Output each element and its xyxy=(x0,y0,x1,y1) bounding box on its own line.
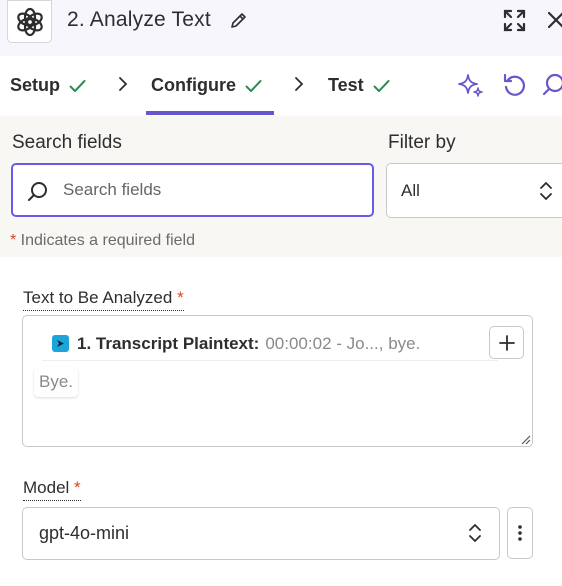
search-input[interactable] xyxy=(63,177,363,203)
chevron-updown-icon xyxy=(469,524,481,542)
model-select[interactable]: gpt-4o-mini xyxy=(22,507,500,560)
check-icon xyxy=(69,79,86,92)
tab-setup[interactable]: Setup xyxy=(10,75,86,96)
active-tab-indicator xyxy=(146,111,274,115)
pencil-icon[interactable] xyxy=(229,10,249,30)
field-search-panel: Search fields Filter by All * Indicates … xyxy=(0,116,562,257)
text-field-label-text: Text to Be Analyzed xyxy=(23,288,173,307)
add-field-button[interactable] xyxy=(489,326,524,359)
required-note-text: Indicates a required field xyxy=(16,232,196,249)
tab-label: Test xyxy=(328,75,364,95)
text-field-label: Text to Be Analyzed * xyxy=(23,288,184,311)
text-continuation: Bye. xyxy=(34,367,79,397)
filter-value: All xyxy=(401,181,420,200)
chevron-right-icon xyxy=(119,77,128,91)
undo-icon[interactable] xyxy=(501,72,527,98)
pill-field-value: 00:00:02 - Jo..., bye. xyxy=(265,333,421,353)
sparkle-icon[interactable] xyxy=(458,72,484,98)
required-field-note: * Indicates a required field xyxy=(10,232,195,250)
required-star: * xyxy=(74,478,81,497)
more-options-button[interactable] xyxy=(507,507,533,559)
openai-logo-icon xyxy=(7,0,52,43)
tab-label: Configure xyxy=(151,75,236,95)
mapped-field-pill[interactable]: 1. Transcript Plaintext: 00:00:02 - Jo..… xyxy=(42,327,498,361)
resize-handle-icon[interactable] xyxy=(520,434,531,445)
step-title: 2. Analyze Text xyxy=(67,8,211,31)
chevron-updown-icon xyxy=(540,182,552,200)
expand-icon[interactable] xyxy=(502,8,527,33)
check-icon xyxy=(373,79,390,92)
model-value: gpt-4o-mini xyxy=(39,523,130,543)
chevron-right-icon xyxy=(295,77,304,91)
search-label: Search fields xyxy=(12,132,122,153)
plus-icon xyxy=(498,334,515,351)
filter-label: Filter by xyxy=(388,132,456,153)
step-header: 2. Analyze Text xyxy=(0,0,562,56)
required-star: * xyxy=(177,288,184,307)
tab-configure[interactable]: Configure xyxy=(151,75,262,96)
model-field-label: Model * xyxy=(23,478,81,501)
tab-label: Setup xyxy=(10,75,61,95)
pill-field-name: 1. Transcript Plaintext: xyxy=(77,333,260,353)
step-tabs: Setup Configure Test xyxy=(0,56,562,116)
search-field-box[interactable] xyxy=(11,163,374,217)
model-field-label-text: Model xyxy=(23,478,70,497)
more-vertical-icon xyxy=(518,525,522,541)
filter-select[interactable]: All xyxy=(386,163,562,218)
search-icon xyxy=(28,182,47,201)
text-to-analyze-input[interactable]: 1. Transcript Plaintext: 00:00:02 - Jo..… xyxy=(22,315,533,447)
transcript-app-icon xyxy=(52,335,69,352)
close-icon[interactable] xyxy=(545,9,562,31)
search-icon[interactable] xyxy=(541,72,562,98)
tab-test[interactable]: Test xyxy=(328,75,390,96)
check-icon xyxy=(245,79,262,92)
